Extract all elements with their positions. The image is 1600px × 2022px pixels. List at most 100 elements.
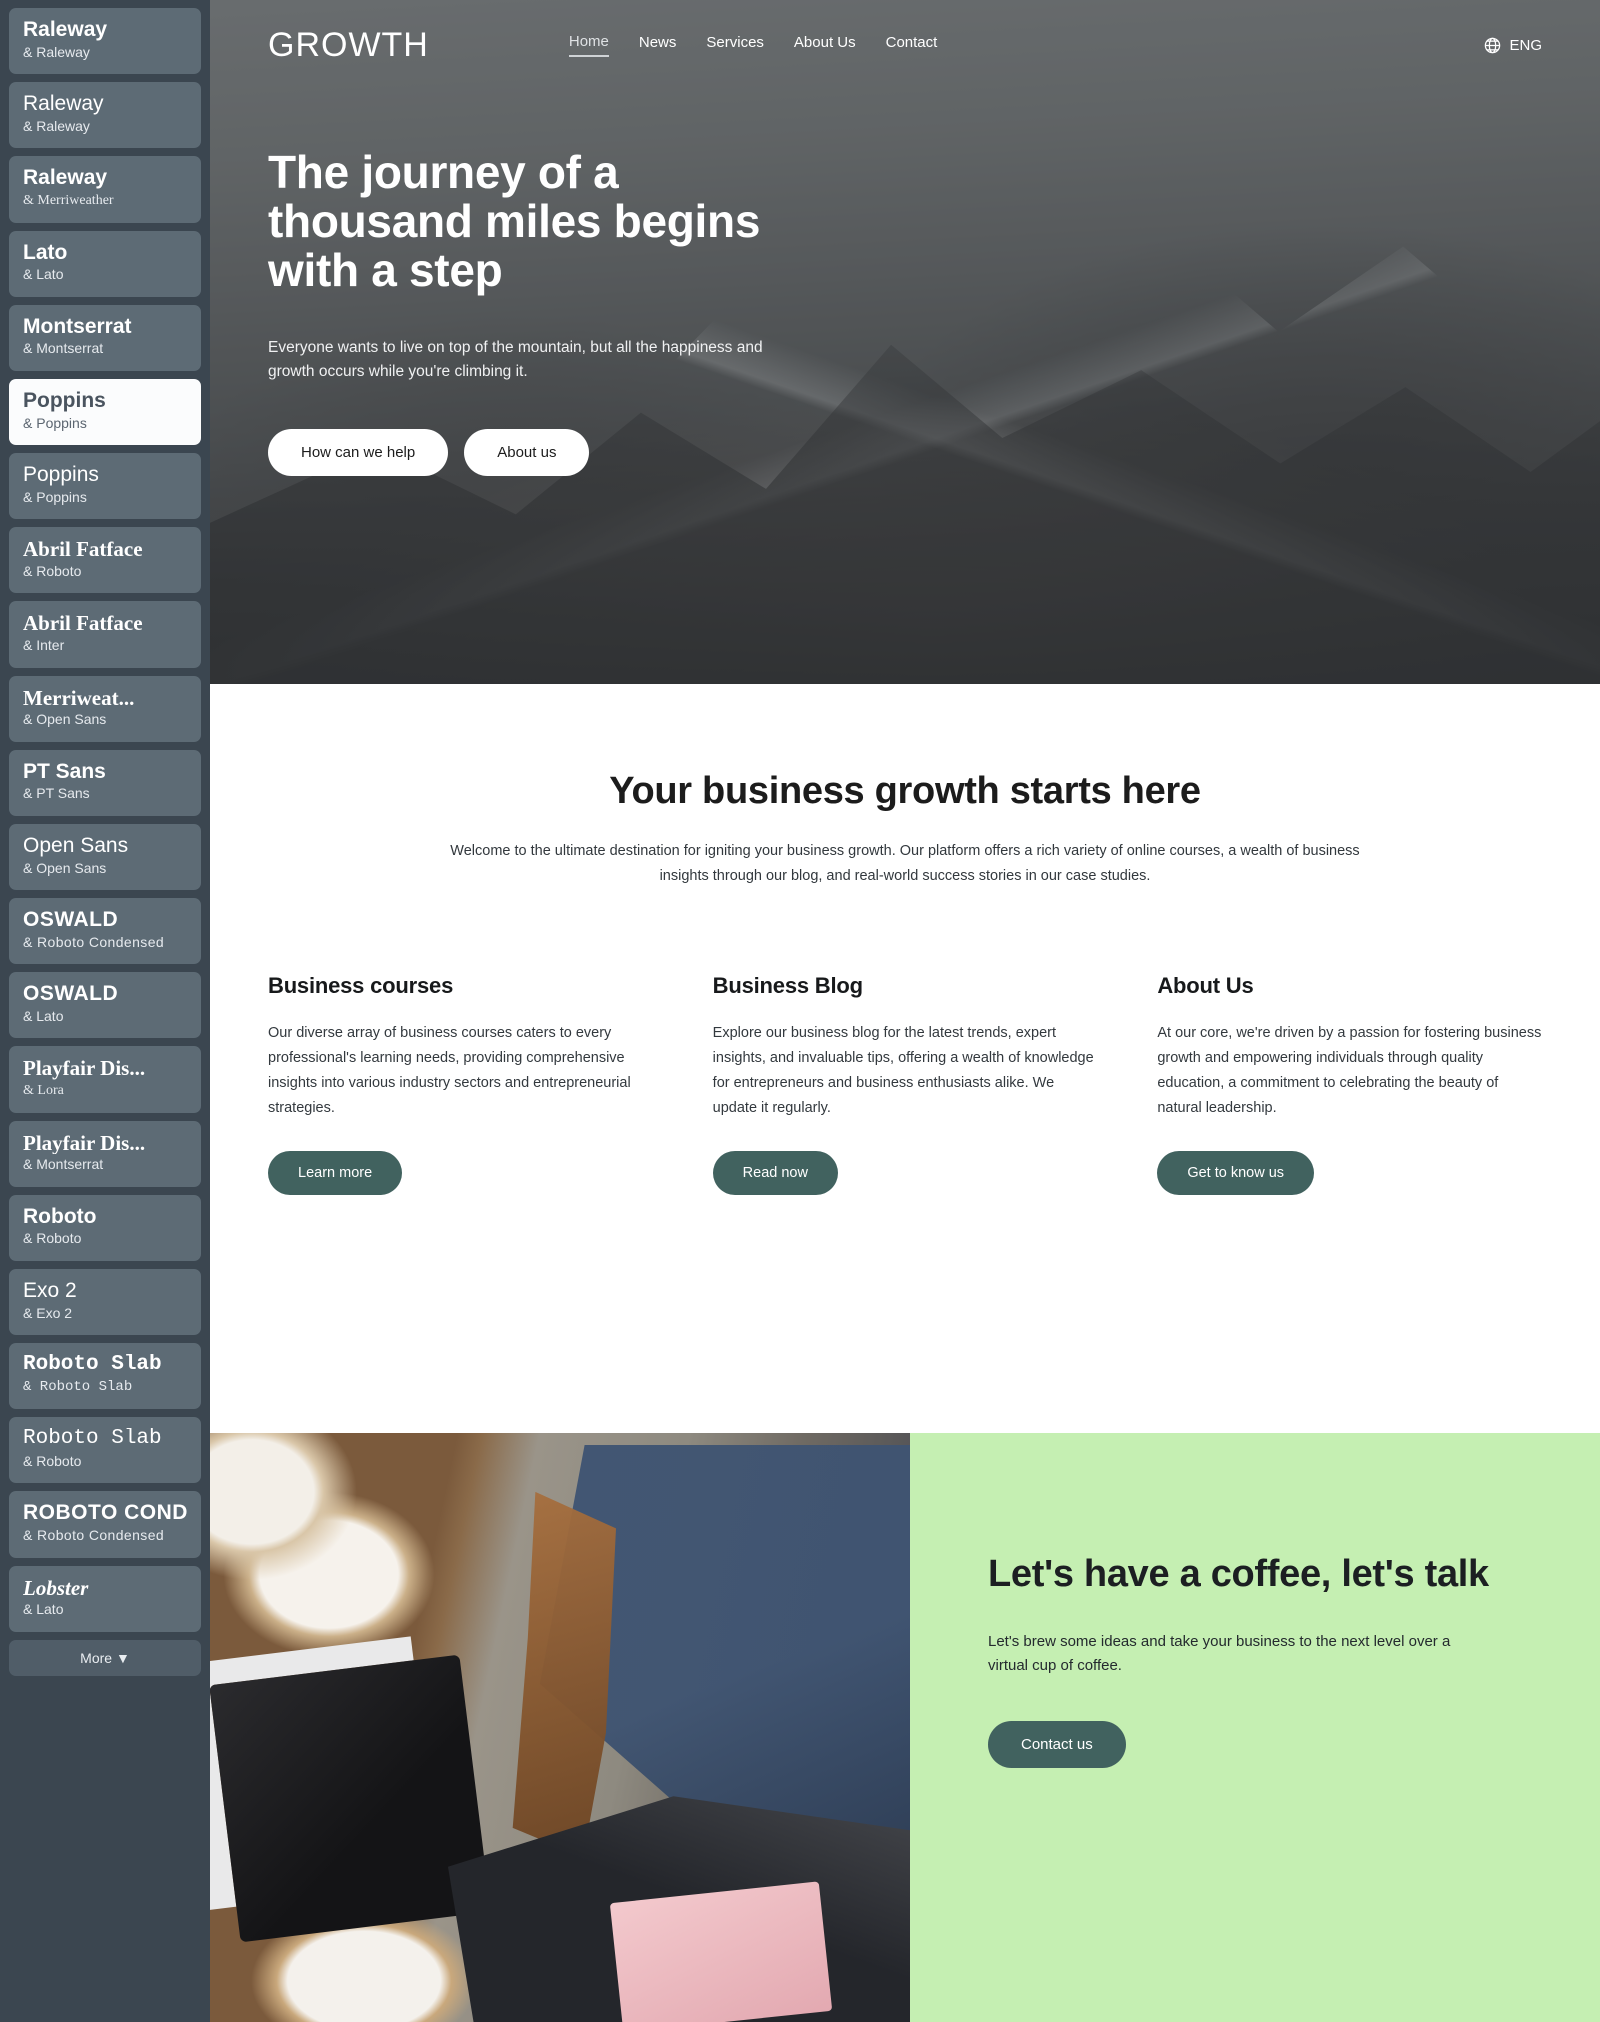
- app-root: Raleway & Raleway Raleway & Raleway Raleway &…: [0, 0, 1600, 2022]
- font-pair-card[interactable]: Raleway & Merriweather: [9, 156, 201, 223]
- growth-column-title: About Us: [1157, 972, 1254, 998]
- font-pair-secondary: & Montserrat: [23, 340, 104, 357]
- growth-section: Your business growth starts here Welcome…: [210, 684, 1600, 1433]
- font-pairing-sidebar[interactable]: Raleway & Raleway Raleway & Raleway Raleway &…: [0, 0, 210, 2022]
- font-pair-primary: Roboto: [23, 1205, 97, 1228]
- font-pair-card[interactable]: Lobster & Lato: [9, 1565, 201, 1632]
- site-logo[interactable]: GROWTH: [268, 26, 429, 65]
- font-pair-primary: Lato: [23, 241, 68, 264]
- coffee-subtitle: Let's brew some ideas and take your busi…: [988, 1632, 1451, 1675]
- font-pair-primary: Raleway: [23, 93, 104, 116]
- font-pair-secondary: & Roboto Slab: [23, 1378, 133, 1395]
- growth-column-button[interactable]: Learn more: [268, 1150, 403, 1195]
- font-pair-primary: Poppins: [23, 464, 99, 487]
- about-us-button[interactable]: About us: [464, 429, 590, 477]
- font-pair-primary: PT Sans: [23, 760, 106, 783]
- font-pair-card[interactable]: Roboto Slab & Roboto: [9, 1417, 201, 1484]
- growth-section-lead: Welcome to the ultimate destination for …: [450, 843, 1360, 884]
- font-pair-card[interactable]: Exo 2 & Exo 2: [9, 1268, 201, 1336]
- font-pair-primary: Abril Fatface: [23, 538, 143, 561]
- coffee-section: Let's have a coffee, let's talk Let's br…: [210, 1433, 1600, 2022]
- growth-columns: Business courses Our diverse array of bus…: [268, 973, 1542, 1195]
- font-pair-secondary: & Open Sans: [23, 711, 107, 728]
- hero-buttons: How can we help About us: [268, 429, 1542, 477]
- website-preview: GROWTH Home News Services About Us Contact E…: [210, 0, 1600, 2022]
- font-pair-primary: Open Sans: [23, 834, 129, 857]
- hero-section: GROWTH Home News Services About Us Contact E…: [210, 0, 1600, 684]
- growth-column: About Us At our core, we're driven by a p…: [1157, 973, 1542, 1195]
- font-pair-card[interactable]: Open Sans & Open Sans: [9, 823, 201, 891]
- hero-subtitle: Everyone wants to live on top of the mou…: [268, 338, 763, 381]
- growth-column: Business Blog Explore our business blog f…: [712, 972, 1098, 1195]
- font-pair-card[interactable]: Playfair Dis... & Lora: [9, 1046, 201, 1113]
- font-pair-card[interactable]: Roboto Slab & Roboto Slab: [9, 1343, 201, 1410]
- font-pair-primary: Roboto Slab: [23, 1354, 162, 1377]
- hero-title: The journey of a thousand miles begins w…: [268, 146, 761, 297]
- font-pair-primary: Montserrat: [23, 315, 132, 338]
- growth-column-title: Business Blog: [712, 972, 863, 998]
- font-pair-primary: OSWALD: [23, 983, 119, 1006]
- font-pair-secondary: & Roboto: [23, 1230, 82, 1247]
- font-pair-secondary: & PT Sans: [23, 785, 90, 802]
- font-pair-primary: Raleway: [23, 167, 108, 190]
- nav-links: Home News Services About Us Contact: [568, 33, 938, 57]
- font-pairing-list: Raleway & Raleway Raleway & Raleway Raleway &…: [9, 8, 201, 1632]
- language-selector[interactable]: ENG: [1483, 36, 1542, 55]
- growth-column: Business courses Our diverse array of bus…: [268, 973, 653, 1195]
- font-pair-card[interactable]: OSWALD & Lato: [9, 972, 201, 1039]
- font-pair-card[interactable]: Playfair Dis... & Montserrat: [9, 1120, 201, 1187]
- language-label: ENG: [1509, 36, 1542, 54]
- font-pair-card[interactable]: Merriweat... & Open Sans: [9, 675, 201, 742]
- font-pair-secondary: & Merriweather: [23, 193, 114, 209]
- font-pair-primary: Abril Fatface: [23, 612, 143, 636]
- font-pair-secondary: & Poppins: [23, 414, 87, 431]
- font-pair-card[interactable]: Poppins & Poppins: [9, 378, 201, 446]
- font-pair-secondary: & Roboto: [23, 1452, 82, 1469]
- font-pair-secondary: & Lato: [23, 266, 64, 283]
- hero-content: The journey of a thousand miles begins w…: [210, 90, 1600, 477]
- nav-link-about-us[interactable]: About Us: [794, 34, 856, 56]
- growth-section-title: Your business growth starts here: [609, 770, 1201, 812]
- font-pair-secondary: & Roboto Condensed: [23, 933, 165, 950]
- font-pair-secondary: & Roboto: [23, 562, 82, 579]
- font-pair-secondary: & Roboto Condensed: [23, 1527, 165, 1544]
- coffee-workspace-image: [210, 1433, 910, 2022]
- font-pair-secondary: & Inter: [23, 637, 65, 654]
- font-pair-primary: Roboto Slab: [23, 1428, 162, 1451]
- font-pair-card[interactable]: Montserrat & Montserrat: [9, 304, 201, 371]
- font-pair-card[interactable]: Roboto & Roboto: [9, 1194, 201, 1261]
- globe-icon: [1485, 37, 1501, 53]
- font-pair-primary: ROBOTO COND...: [23, 1502, 187, 1525]
- more-fonts-button[interactable]: More ▼: [9, 1639, 201, 1676]
- growth-column-title: Business courses: [268, 972, 454, 998]
- nav-link-home[interactable]: Home: [568, 33, 609, 57]
- font-pair-card[interactable]: Lato & Lato: [9, 230, 201, 297]
- font-pair-primary: Playfair Dis...: [23, 1057, 146, 1081]
- font-pair-card[interactable]: Poppins & Poppins: [9, 453, 201, 520]
- font-pair-primary: Merriweat...: [23, 686, 135, 710]
- font-pair-card[interactable]: Abril Fatface & Roboto: [9, 527, 201, 594]
- coffee-content: Let's have a coffee, let's talk Let's br…: [910, 1433, 1600, 2022]
- growth-column-button[interactable]: Read now: [712, 1150, 838, 1195]
- font-pair-card[interactable]: Raleway & Raleway: [9, 8, 201, 75]
- font-pair-primary: Lobster: [23, 1576, 89, 1600]
- contact-us-button[interactable]: Contact us: [988, 1721, 1126, 1769]
- how-can-we-help-button[interactable]: How can we help: [268, 429, 449, 477]
- nav-link-services[interactable]: Services: [706, 34, 764, 56]
- font-pair-card[interactable]: Abril Fatface & Inter: [9, 601, 201, 668]
- font-pair-secondary: & Exo 2: [23, 1304, 73, 1321]
- font-pair-card[interactable]: ROBOTO COND... & Roboto Condensed: [9, 1491, 201, 1558]
- font-pair-card[interactable]: Raleway & Raleway: [9, 82, 201, 149]
- font-pair-card[interactable]: OSWALD & Roboto Condensed: [9, 898, 201, 965]
- nav-link-news[interactable]: News: [639, 34, 677, 56]
- font-pair-secondary: & Raleway: [23, 117, 90, 134]
- font-pair-primary: Poppins: [23, 389, 106, 412]
- font-pair-card[interactable]: PT Sans & PT Sans: [9, 749, 201, 816]
- font-pair-secondary: & Lato: [23, 1007, 64, 1024]
- growth-column-button[interactable]: Get to know us: [1157, 1150, 1315, 1195]
- font-pair-secondary: & Lora: [23, 1083, 64, 1099]
- font-pair-secondary: & Lato: [23, 1601, 64, 1618]
- font-pair-secondary: & Montserrat: [23, 1156, 104, 1173]
- font-pair-primary: Playfair Dis...: [23, 1131, 146, 1155]
- nav-link-contact[interactable]: Contact: [886, 34, 938, 56]
